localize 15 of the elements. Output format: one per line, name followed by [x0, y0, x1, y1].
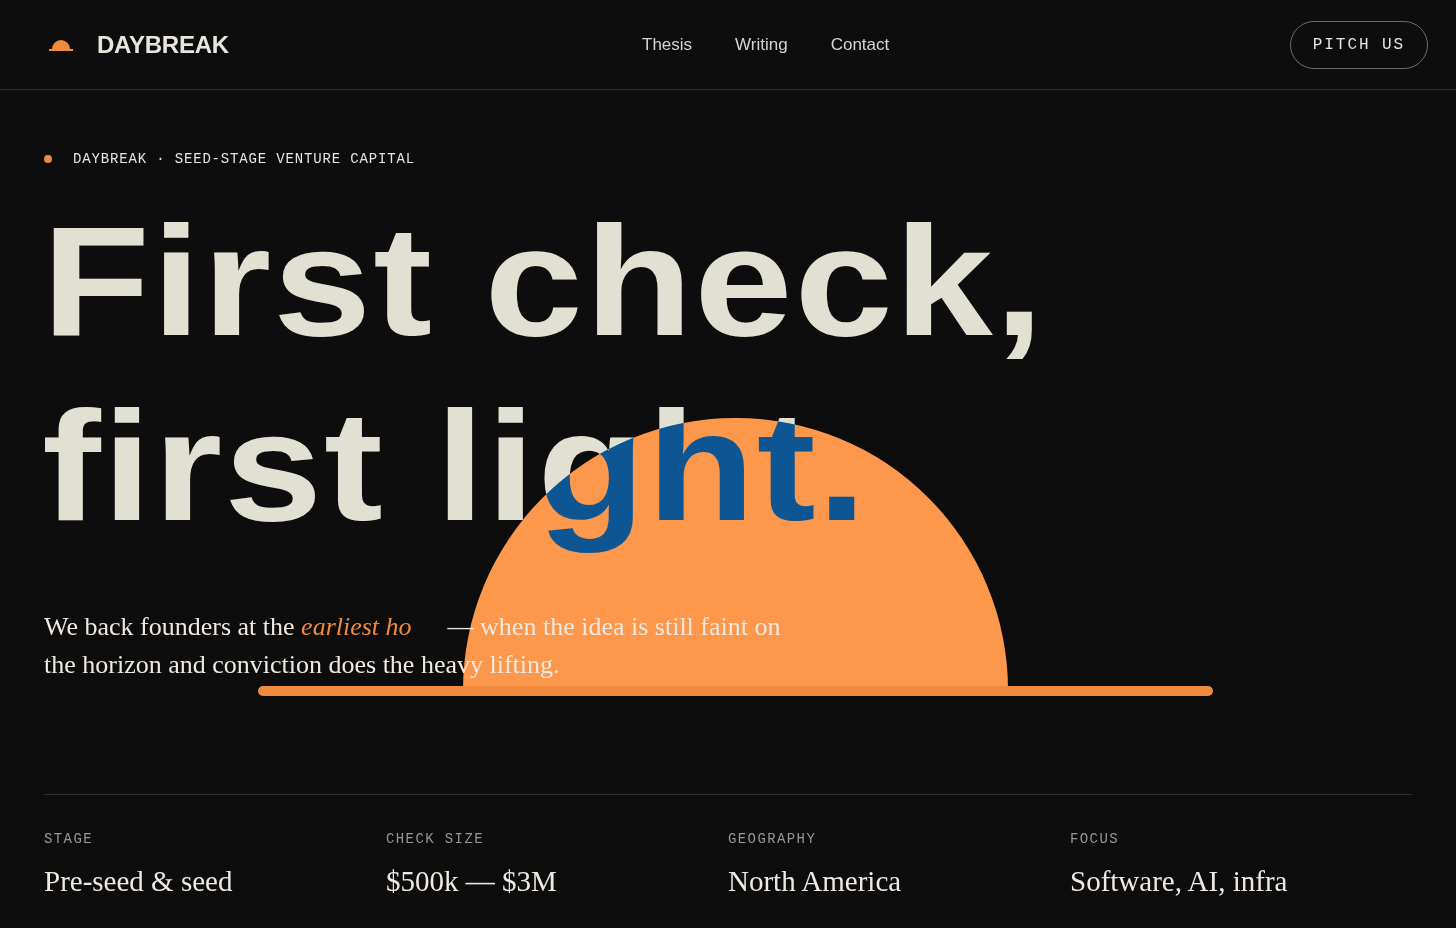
stat-value: Pre-seed & seed: [44, 864, 234, 899]
stat-value: Software, AI, infra: [1070, 864, 1289, 899]
stat-label: STAGE: [44, 830, 94, 849]
stat-value: North America: [728, 864, 903, 899]
stat-label: CHECK SIZE: [386, 830, 485, 849]
headline-line: First check,: [42, 194, 1047, 370]
stat-label: GEOGRAPHY: [728, 830, 818, 849]
stat-label: FOCUS: [1070, 830, 1120, 849]
nav-link[interactable]: Writing: [735, 31, 788, 58]
brand-name[interactable]: DAYBREAK: [97, 26, 229, 63]
nav-link[interactable]: Thesis: [642, 31, 693, 58]
stat-value: $500k — $3M: [386, 864, 558, 899]
nav-link[interactable]: Contact: [830, 31, 890, 58]
eyebrow-text: DAYBREAK · SEED-STAGE VENTURE CAPITAL: [73, 149, 415, 169]
sunrise-logo-icon: [48, 37, 74, 52]
